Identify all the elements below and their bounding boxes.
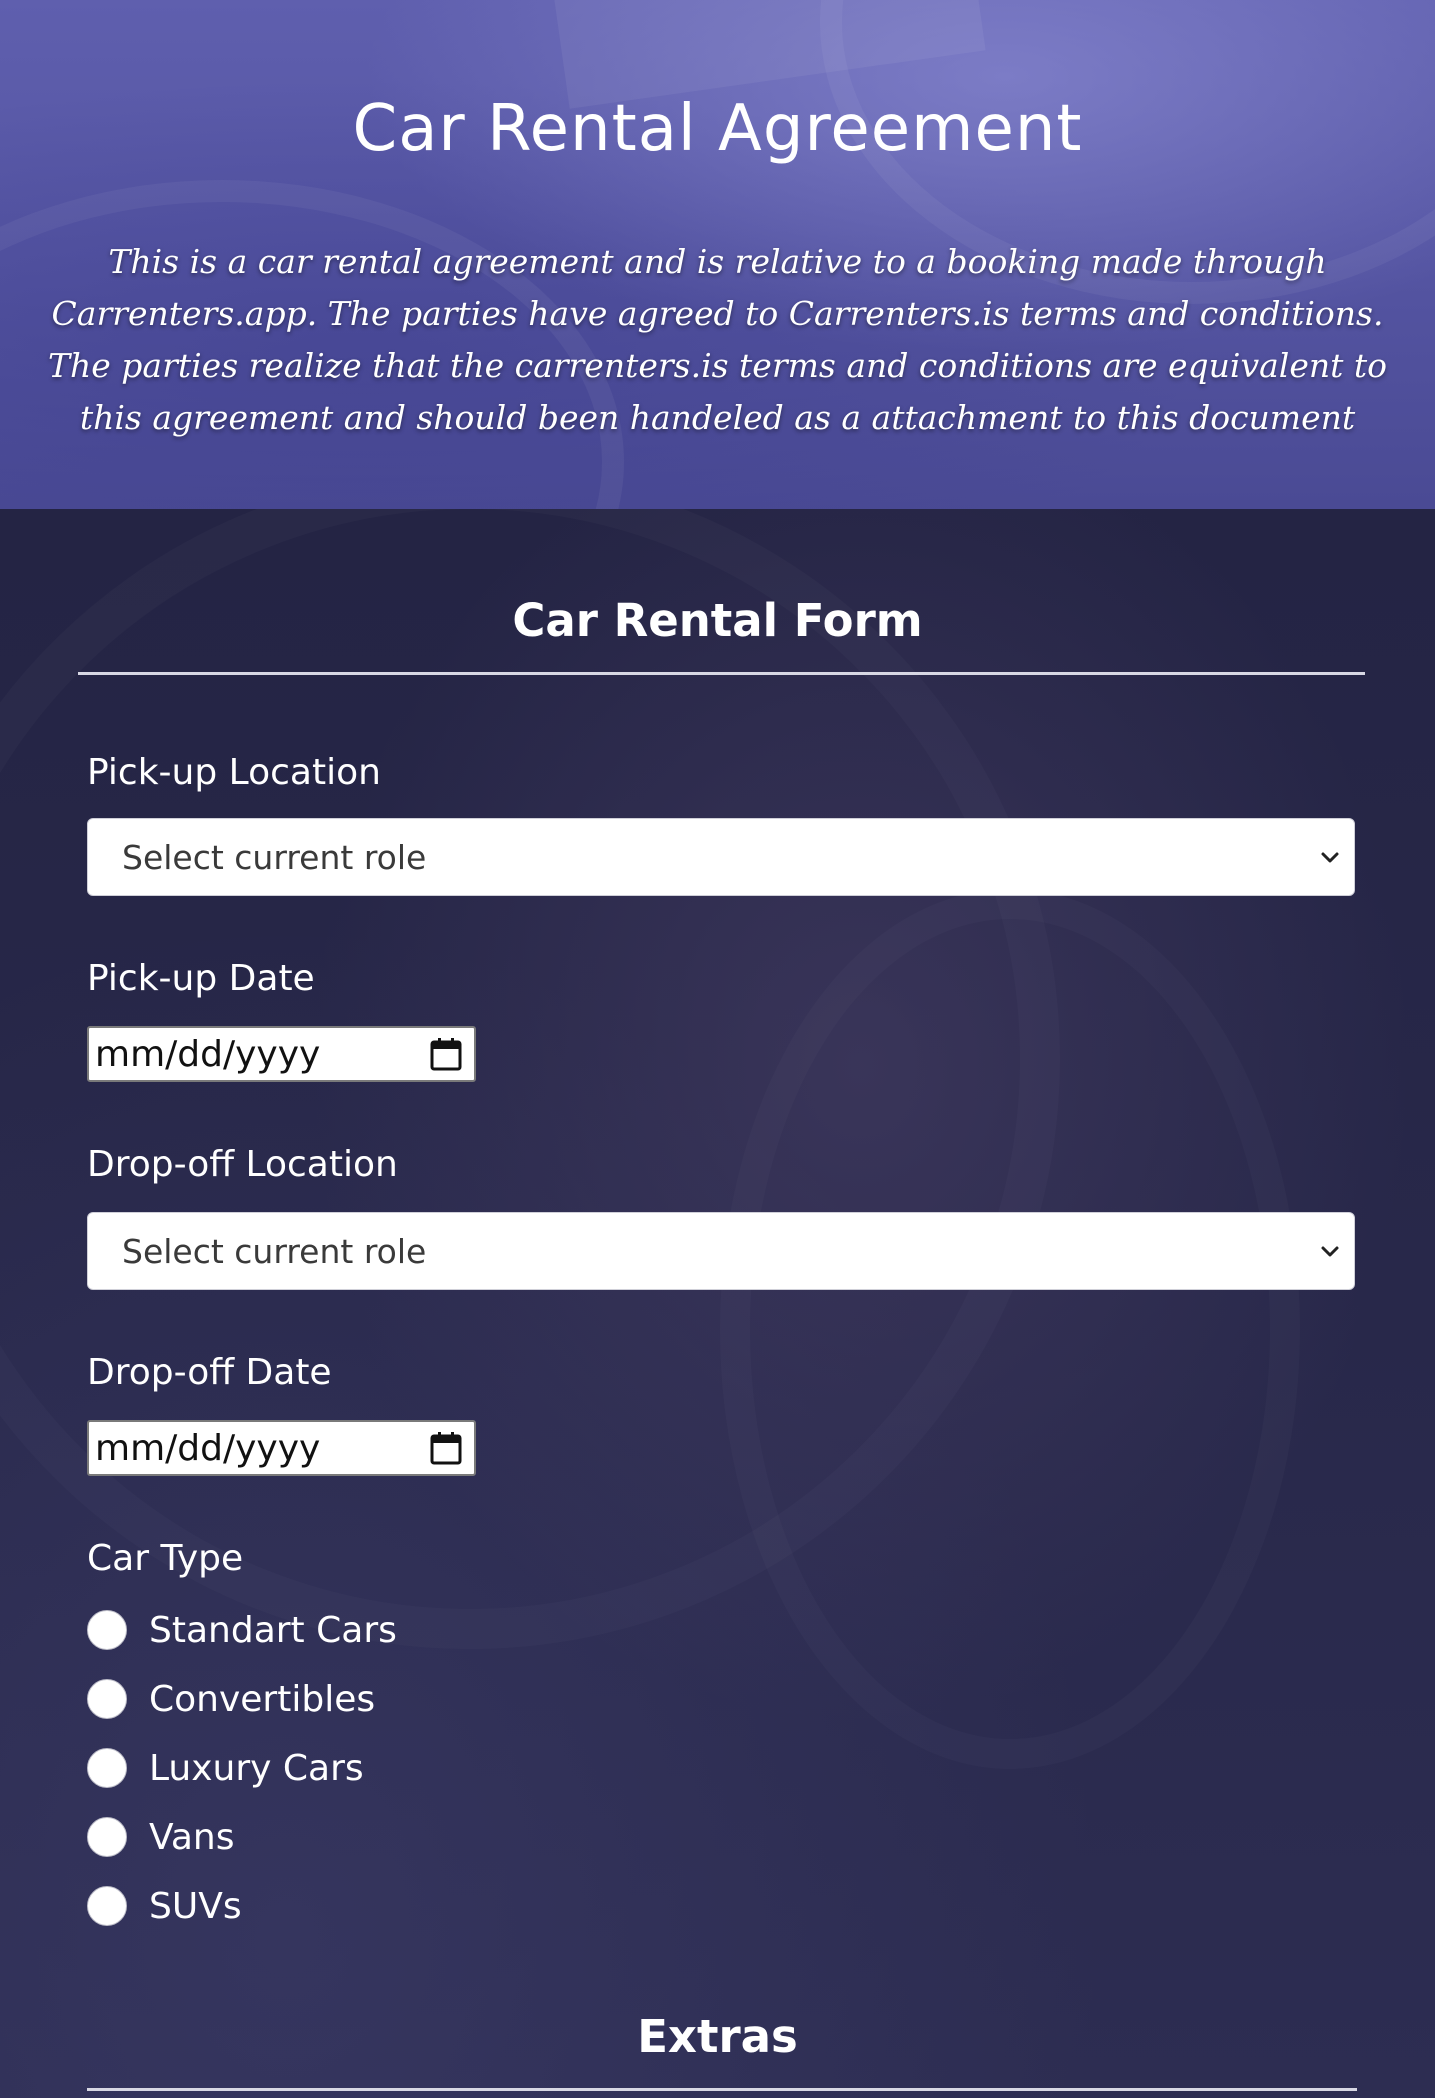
radio-button[interactable] (87, 1679, 127, 1719)
extras-title: Extras (637, 2010, 798, 2063)
radio-label: Standart Cars (149, 1609, 397, 1651)
dropoff-date-input[interactable]: mm/dd/yyyy (87, 1420, 476, 1476)
radio-label: SUVs (149, 1885, 242, 1927)
car-type-option-convertibles[interactable]: Convertibles (87, 1677, 375, 1721)
dropoff-date-value: mm/dd/yyyy (95, 1427, 321, 1469)
calendar-icon[interactable] (426, 1428, 466, 1468)
pickup-date-input[interactable]: mm/dd/yyyy (87, 1026, 476, 1082)
dropoff-date-label: Drop-off Date (87, 1352, 332, 1393)
chevron-down-icon (1312, 1233, 1348, 1269)
page-header: Car Rental Agreement This is a car renta… (0, 0, 1435, 509)
radio-label: Convertibles (149, 1678, 376, 1720)
pickup-date-value: mm/dd/yyyy (95, 1033, 321, 1075)
extras-title-divider (87, 2088, 1357, 2091)
form-title: Car Rental Form (512, 594, 923, 647)
car-type-label: Car Type (87, 1538, 244, 1579)
agreement-intro-text: This is a car rental agreement and is re… (48, 242, 1387, 437)
form-background-decoration (720, 889, 1300, 1769)
car-type-option-suvs[interactable]: SUVs (87, 1884, 242, 1928)
radio-label: Luxury Cars (149, 1747, 364, 1789)
car-type-option-luxury-cars[interactable]: Luxury Cars (87, 1746, 364, 1790)
radio-button[interactable] (87, 1886, 127, 1926)
pickup-location-selected-value: Select current role (122, 837, 427, 877)
car-rental-form (0, 509, 1435, 2098)
car-type-option-vans[interactable]: Vans (87, 1815, 234, 1859)
dropoff-location-select[interactable]: Select current role (87, 1212, 1355, 1290)
dropoff-location-selected-value: Select current role (122, 1231, 427, 1271)
radio-button[interactable] (87, 1748, 127, 1788)
dropoff-location-label: Drop-off Location (87, 1144, 398, 1185)
form-title-divider (78, 672, 1365, 675)
pickup-location-label: Pick-up Location (87, 752, 381, 793)
radio-label: Vans (149, 1816, 235, 1858)
car-type-option-standart-cars[interactable]: Standart Cars (87, 1608, 397, 1652)
radio-button[interactable] (87, 1817, 127, 1857)
pickup-date-label: Pick-up Date (87, 958, 315, 999)
page-title: Car Rental Agreement (352, 92, 1083, 166)
pickup-location-select[interactable]: Select current role (87, 818, 1355, 896)
chevron-down-icon (1312, 839, 1348, 875)
calendar-icon[interactable] (426, 1034, 466, 1074)
radio-button[interactable] (87, 1610, 127, 1650)
